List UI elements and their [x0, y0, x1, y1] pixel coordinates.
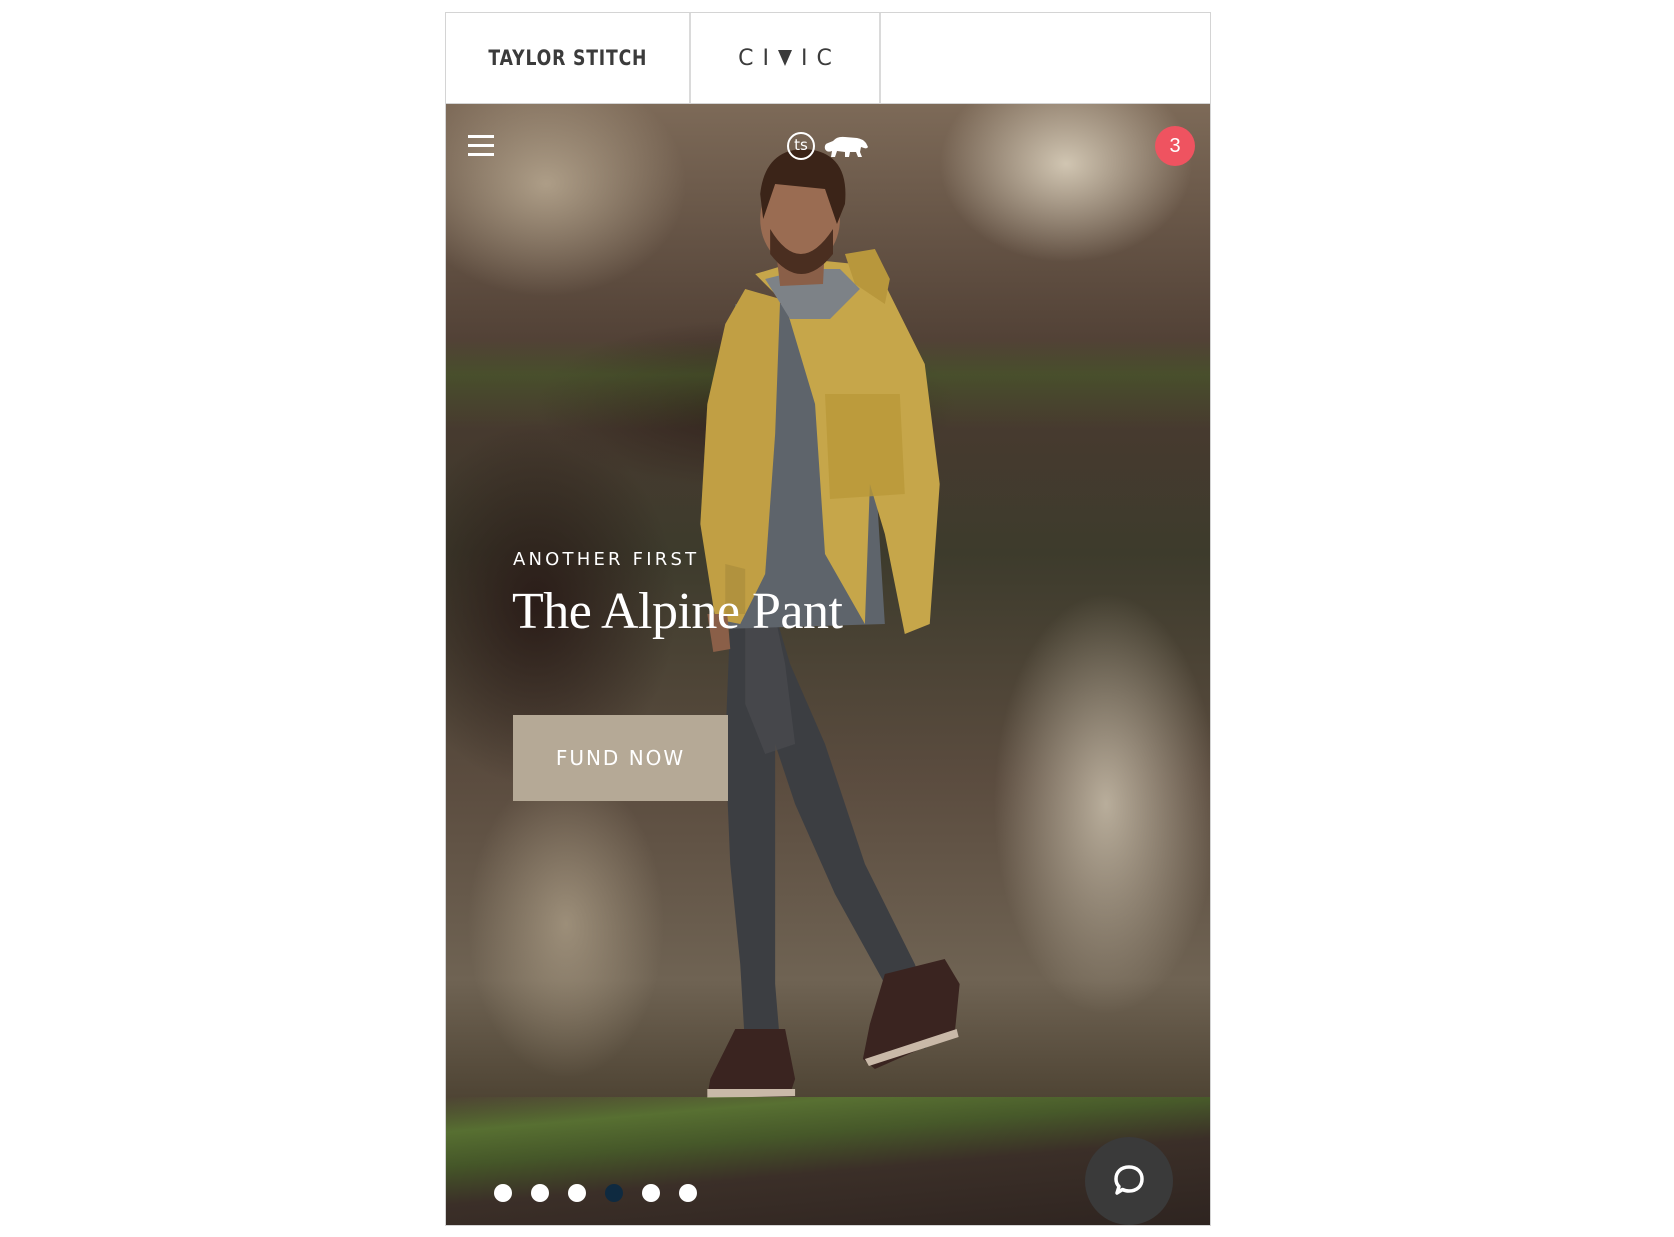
hamburger-line — [468, 135, 494, 138]
tab-empty-slot — [881, 13, 1210, 103]
hamburger-menu-icon[interactable] — [468, 135, 494, 157]
tab-taylor-stitch-label: TAYLOR STITCH — [488, 46, 647, 70]
carousel-dot[interactable] — [679, 1184, 697, 1202]
civic-triangle-icon — [778, 50, 792, 66]
carousel-dot[interactable] — [531, 1184, 549, 1202]
carousel-dot[interactable] — [494, 1184, 512, 1202]
bear-icon — [824, 136, 868, 157]
civic-label-right: IC — [801, 45, 841, 71]
hamburger-line — [468, 144, 494, 147]
tab-civic[interactable]: CI IC — [691, 13, 881, 103]
chat-bubble-icon — [1114, 1165, 1144, 1195]
brand-tab-bar: TAYLOR STITCH CI IC — [446, 13, 1210, 104]
mobile-viewport: TAYLOR STITCH CI IC ts 3 ANOTHER FIRST T… — [445, 12, 1211, 1226]
ts-monogram-icon: ts — [787, 132, 815, 160]
hero-eyebrow: ANOTHER FIRST — [513, 549, 700, 570]
civic-label-left: CI — [738, 45, 778, 71]
carousel-dot[interactable] — [568, 1184, 586, 1202]
carousel-dot[interactable] — [642, 1184, 660, 1202]
tab-taylor-stitch[interactable]: TAYLOR STITCH — [446, 13, 691, 103]
hero-model-figure — [700, 149, 960, 1098]
hero-banner: ts 3 ANOTHER FIRST The Alpine Pant FUND … — [446, 104, 1210, 1225]
fund-now-button[interactable]: FUND NOW — [513, 715, 728, 801]
hero-headline: The Alpine Pant — [512, 583, 843, 640]
cart-count-badge[interactable]: 3 — [1155, 126, 1195, 166]
carousel-pagination — [494, 1184, 697, 1202]
tab-civic-label: CI IC — [729, 46, 841, 71]
carousel-dot-active[interactable] — [605, 1184, 623, 1202]
hamburger-line — [468, 153, 494, 156]
chat-button[interactable] — [1085, 1137, 1173, 1225]
brand-logo[interactable]: ts — [787, 131, 873, 161]
